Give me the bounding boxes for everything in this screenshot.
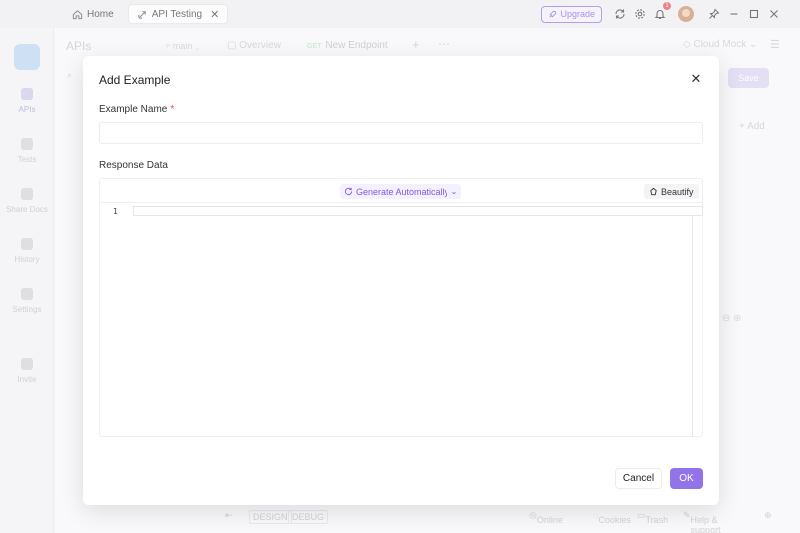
chevron-down-icon[interactable]: ⌄ bbox=[447, 184, 461, 199]
beautify-icon bbox=[650, 187, 657, 196]
generate-automatically-button[interactable]: Generate Automatically bbox=[340, 184, 454, 199]
example-name-input[interactable] bbox=[99, 122, 703, 144]
beautify-button[interactable]: Beautify bbox=[644, 184, 699, 199]
example-name-label: Example Name * bbox=[99, 104, 175, 115]
add-example-dialog: Add Example ✕ Example Name * Response Dat… bbox=[83, 56, 719, 505]
line-number: 1 bbox=[113, 207, 118, 216]
refresh-icon bbox=[344, 187, 353, 196]
ok-button[interactable]: OK bbox=[670, 468, 703, 489]
response-data-label: Response Data bbox=[99, 160, 168, 171]
cancel-button[interactable]: Cancel bbox=[615, 468, 662, 489]
required-marker: * bbox=[170, 104, 175, 115]
response-editor[interactable]: Generate Automatically ⌄ Beautify 1 bbox=[99, 178, 703, 437]
dialog-title: Add Example bbox=[99, 73, 171, 87]
code-line-active[interactable] bbox=[133, 206, 703, 216]
editor-scrollbar[interactable] bbox=[692, 216, 693, 437]
close-icon[interactable]: ✕ bbox=[689, 71, 703, 86]
editor-toolbar: Generate Automatically ⌄ Beautify bbox=[100, 179, 702, 203]
